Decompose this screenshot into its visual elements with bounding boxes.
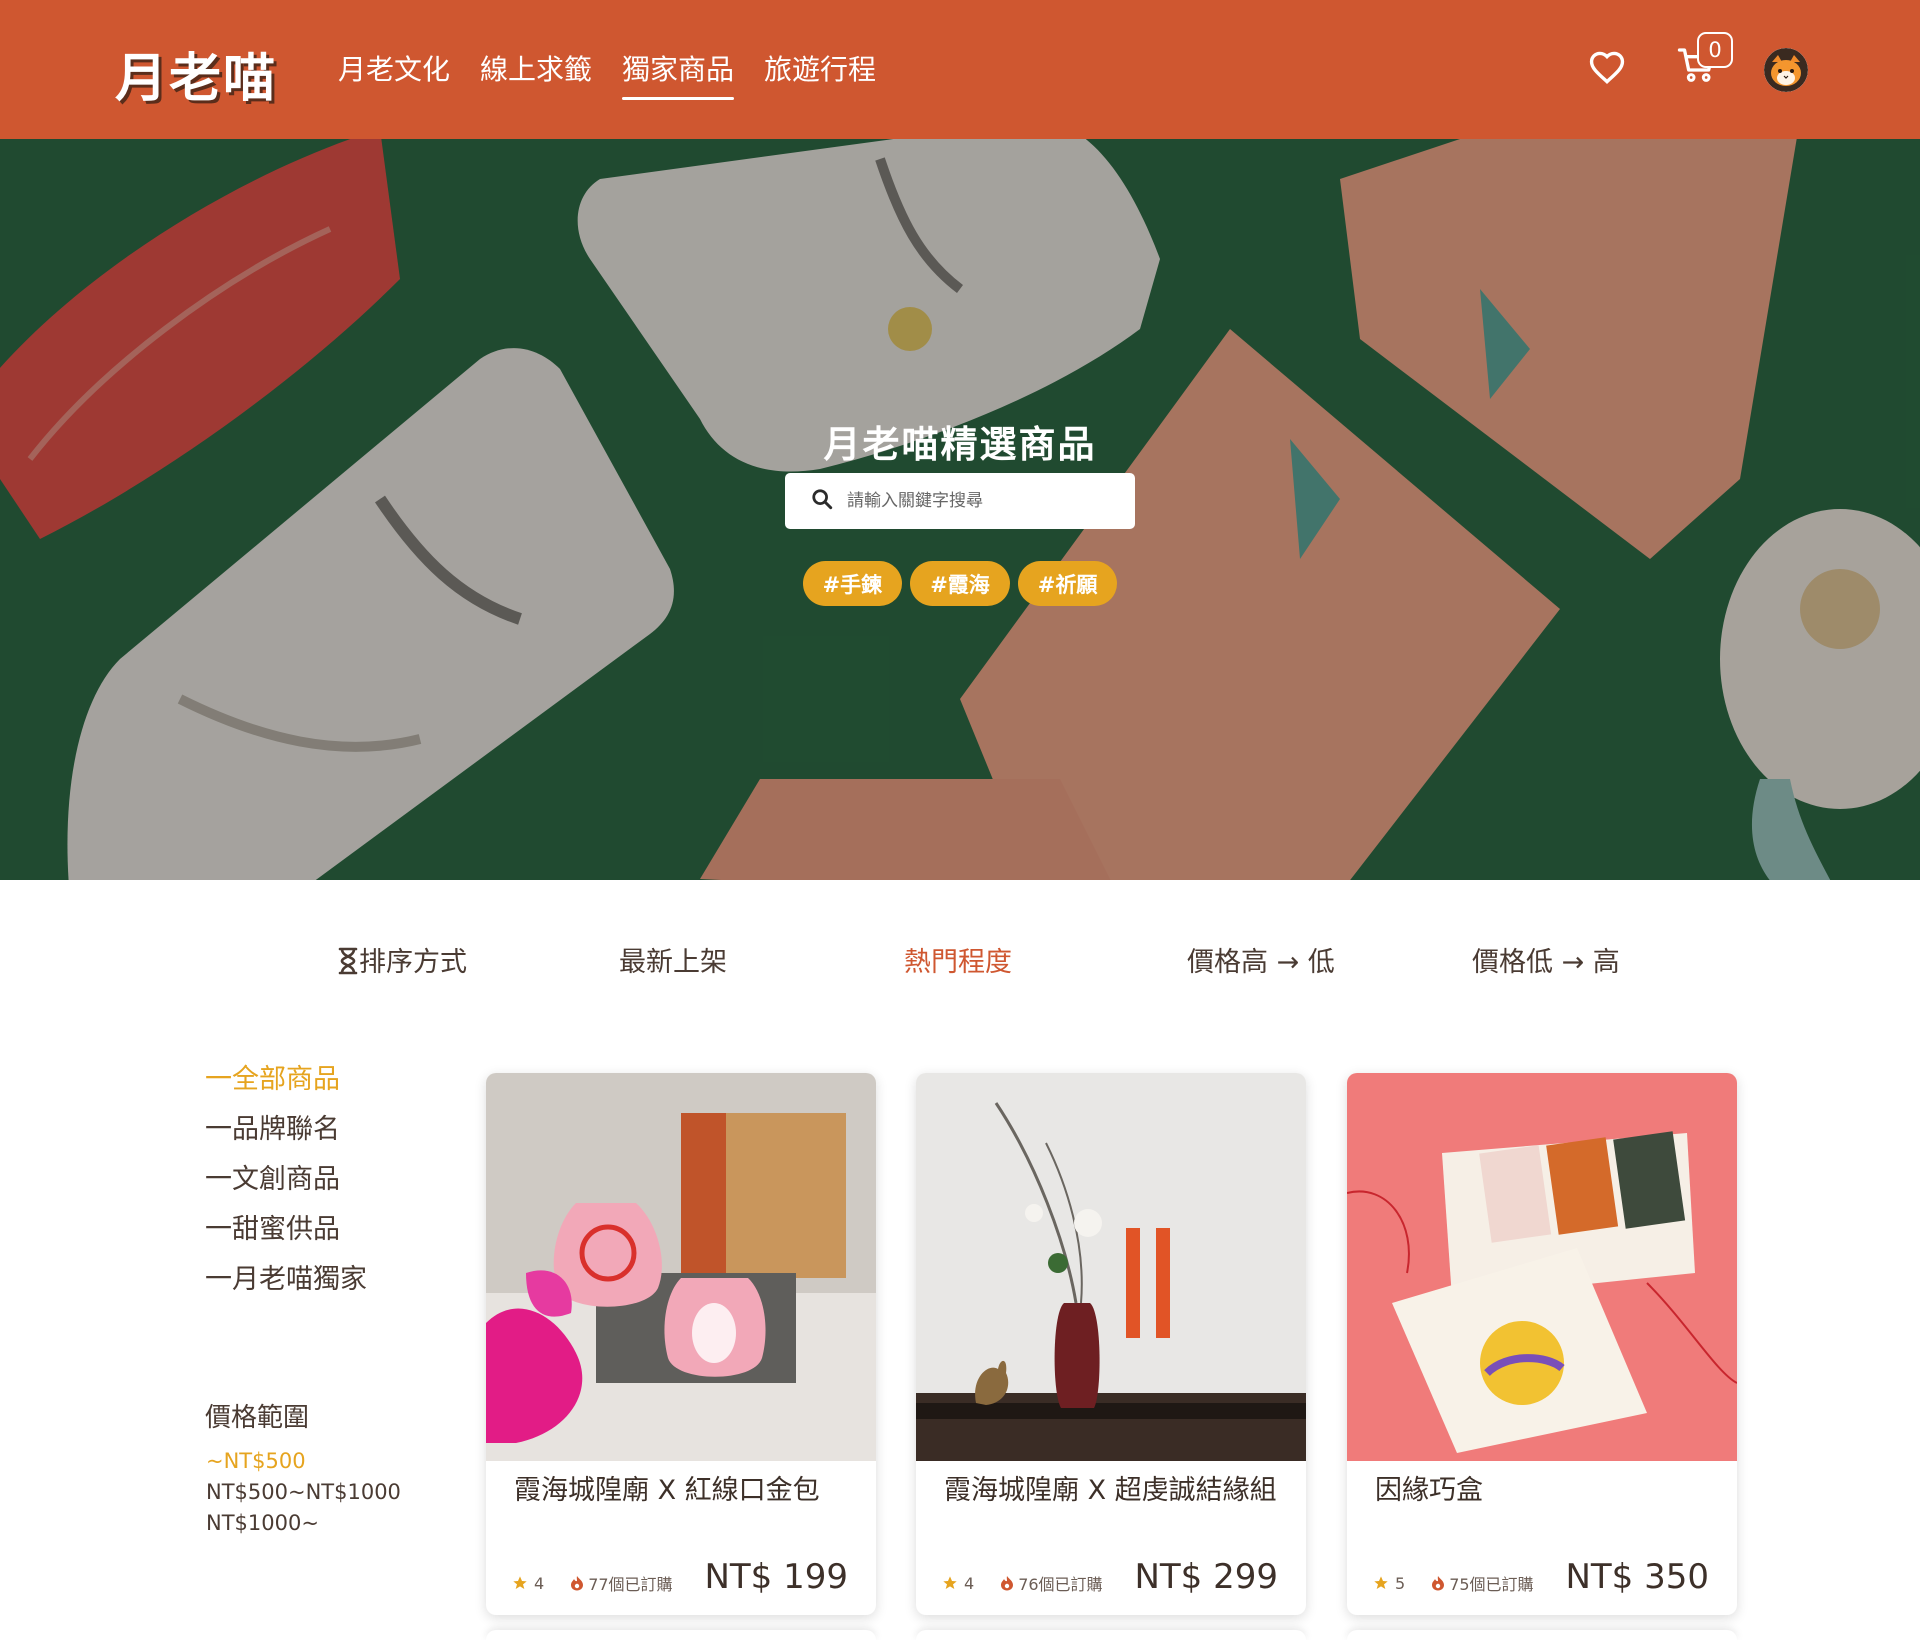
heart-icon[interactable] bbox=[1588, 50, 1626, 88]
star-icon bbox=[1374, 1576, 1388, 1589]
product-card[interactable]: 霞海城隍廟 X 紅線口金包 4 77個已訂購 NT$ 199 bbox=[486, 1073, 876, 1615]
product-name: 霞海城隍廟 X 超虔誠結緣組 bbox=[944, 1475, 1277, 1506]
nav-link-travel[interactable]: 旅遊行程 bbox=[764, 48, 876, 98]
search-icon bbox=[811, 488, 833, 514]
sort-option-price-asc[interactable]: 價格低 → 高 bbox=[1472, 940, 1620, 979]
fire-icon bbox=[571, 1576, 584, 1591]
top-navbar: 月老喵 月老文化 線上求籤 獨家商品 旅遊行程 0 bbox=[0, 0, 1920, 139]
price-range-under-500[interactable]: ~NT$500 bbox=[206, 1446, 401, 1477]
price-range-over-1000[interactable]: NT$1000~ bbox=[206, 1508, 401, 1539]
fire-icon bbox=[1001, 1576, 1014, 1591]
nav-link-culture[interactable]: 月老文化 bbox=[338, 48, 450, 98]
tag-wish[interactable]: #祈願 bbox=[1017, 561, 1118, 606]
product-name: 因緣巧盒 bbox=[1375, 1475, 1483, 1506]
product-image bbox=[1347, 1073, 1737, 1461]
product-card-next-row bbox=[486, 1630, 876, 1640]
product-orders: 75個已訂購 bbox=[1449, 1575, 1534, 1594]
product-rating: 4 bbox=[964, 1573, 975, 1593]
hero-title: 月老喵精選商品 bbox=[823, 423, 1097, 466]
product-orders: 77個已訂購 bbox=[588, 1575, 673, 1594]
product-card-next-row bbox=[916, 1630, 1306, 1640]
fire-icon bbox=[1432, 1576, 1445, 1591]
product-name: 霞海城隍廟 X 紅線口金包 bbox=[514, 1475, 820, 1506]
sort-option-price-desc[interactable]: 價格高 → 低 bbox=[1187, 940, 1335, 979]
search-box[interactable] bbox=[785, 473, 1135, 529]
product-meta: 5 75個已訂購 bbox=[1373, 1571, 1534, 1595]
category-creative[interactable]: 一文創商品 bbox=[205, 1160, 367, 1210]
star-icon bbox=[513, 1576, 527, 1589]
category-brand-collab[interactable]: 一品牌聯名 bbox=[205, 1110, 367, 1160]
product-image bbox=[916, 1073, 1306, 1461]
product-rating: 4 bbox=[534, 1573, 545, 1593]
search-input[interactable] bbox=[847, 491, 1117, 511]
product-card-next-row bbox=[1347, 1630, 1737, 1640]
product-price: NT$ 350 bbox=[1565, 1557, 1709, 1597]
star-icon bbox=[943, 1576, 957, 1589]
category-sidebar: 一全部商品 一品牌聯名 一文創商品 一甜蜜供品 一月老喵獨家 bbox=[205, 1060, 367, 1310]
product-rating: 5 bbox=[1395, 1573, 1406, 1593]
category-offerings[interactable]: 一甜蜜供品 bbox=[205, 1210, 367, 1260]
site-logo[interactable]: 月老喵 bbox=[115, 36, 277, 111]
sort-label-text: 排序方式 bbox=[359, 947, 467, 978]
sort-option-newest[interactable]: 最新上架 bbox=[619, 940, 727, 979]
tag-bracelet[interactable]: #手鍊 bbox=[802, 561, 903, 606]
product-image bbox=[486, 1073, 876, 1461]
hero-tag-list: #手鍊 #霞海 #祈願 bbox=[0, 561, 1920, 606]
price-range-500-1000[interactable]: NT$500~NT$1000 bbox=[206, 1477, 401, 1508]
category-all[interactable]: 一全部商品 bbox=[205, 1060, 367, 1110]
category-exclusive[interactable]: 一月老喵獨家 bbox=[205, 1260, 367, 1310]
product-orders: 76個已訂購 bbox=[1018, 1575, 1103, 1594]
product-card[interactable]: 因緣巧盒 5 75個已訂購 NT$ 350 bbox=[1347, 1073, 1737, 1615]
tag-xiahai[interactable]: #霞海 bbox=[910, 561, 1010, 606]
product-meta: 4 76個已訂購 bbox=[942, 1571, 1103, 1595]
hourglass-icon bbox=[338, 947, 358, 975]
product-meta: 4 77個已訂購 bbox=[512, 1571, 673, 1595]
price-range-list: ~NT$500 NT$500~NT$1000 NT$1000~ bbox=[206, 1446, 401, 1539]
product-price: NT$ 299 bbox=[1134, 1557, 1278, 1597]
cat-avatar-icon[interactable] bbox=[1764, 48, 1808, 92]
main-nav: 月老文化 線上求籤 獨家商品 旅遊行程 bbox=[338, 48, 876, 100]
sort-label: 排序方式 bbox=[337, 940, 467, 979]
nav-link-fortune[interactable]: 線上求籤 bbox=[480, 48, 592, 98]
hero-banner: 月老喵精選商品 #手鍊 #霞海 #祈願 bbox=[0, 139, 1920, 880]
product-price: NT$ 199 bbox=[704, 1557, 848, 1597]
price-range-title: 價格範圍 bbox=[205, 1403, 310, 1433]
cart-count-badge: 0 bbox=[1697, 32, 1733, 68]
sort-option-popular[interactable]: 熱門程度 bbox=[904, 940, 1012, 979]
nav-link-products[interactable]: 獨家商品 bbox=[622, 48, 735, 100]
sort-bar: 排序方式 最新上架 熱門程度 價格高 → 低 價格低 → 高 bbox=[0, 940, 1920, 990]
product-card[interactable]: 霞海城隍廟 X 超虔誠結緣組 4 76個已訂購 NT$ 299 bbox=[916, 1073, 1306, 1615]
